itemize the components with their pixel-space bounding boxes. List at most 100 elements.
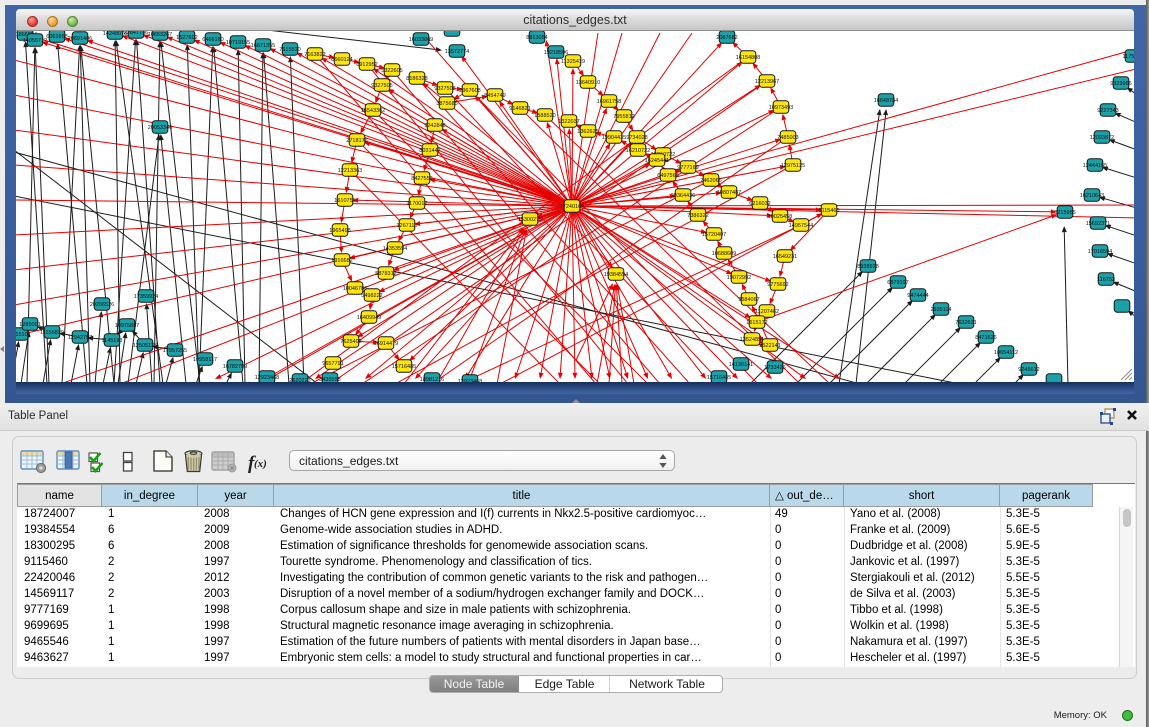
svg-text:9245612: 9245612 bbox=[1018, 367, 1039, 373]
svg-text:20053346: 20053346 bbox=[148, 125, 172, 131]
svg-text:5498222: 5498222 bbox=[361, 293, 382, 299]
svg-text:19904435: 19904435 bbox=[602, 135, 626, 141]
svg-text:8912952: 8912952 bbox=[356, 62, 377, 68]
svg-text:6879197: 6879197 bbox=[887, 280, 908, 286]
svg-text:9777169: 9777169 bbox=[677, 165, 698, 171]
svg-text:10719155: 10719155 bbox=[226, 40, 250, 46]
svg-text:16961758: 16961758 bbox=[597, 99, 621, 105]
svg-text:10958117: 10958117 bbox=[193, 357, 217, 363]
svg-text:2522141: 2522141 bbox=[759, 343, 780, 349]
svg-text:15300275: 15300275 bbox=[518, 217, 542, 223]
svg-text:9227343: 9227343 bbox=[1097, 108, 1118, 114]
svg-text:12505135: 12505135 bbox=[133, 343, 157, 349]
svg-text:9734028: 9734028 bbox=[626, 135, 647, 141]
svg-text:11207462: 11207462 bbox=[755, 309, 779, 315]
svg-text:3915101: 3915101 bbox=[16, 332, 31, 338]
svg-text:12444155: 12444155 bbox=[1083, 163, 1107, 169]
svg-text:14136141: 14136141 bbox=[729, 362, 753, 368]
svg-text:8938928: 8938928 bbox=[857, 264, 878, 270]
svg-text:17359924: 17359924 bbox=[134, 294, 158, 300]
svg-text:10975887: 10975887 bbox=[115, 323, 139, 329]
svg-text:1916682: 1916682 bbox=[331, 258, 352, 264]
svg-text:6497568: 6497568 bbox=[657, 173, 678, 179]
svg-text:8186328: 8186328 bbox=[406, 76, 427, 82]
svg-text:2935114: 2935114 bbox=[930, 307, 951, 313]
svg-text:1322037: 1322037 bbox=[558, 119, 579, 125]
svg-text:9242848: 9242848 bbox=[424, 123, 445, 129]
svg-text:3430558: 3430558 bbox=[319, 377, 340, 382]
svg-text:15716485: 15716485 bbox=[392, 364, 416, 370]
svg-text:9657791: 9657791 bbox=[322, 361, 343, 367]
svg-text:20364436: 20364436 bbox=[671, 193, 695, 199]
svg-text:14353594: 14353594 bbox=[383, 246, 407, 252]
svg-text:9327508: 9327508 bbox=[434, 86, 455, 92]
svg-text:3267110: 3267110 bbox=[396, 223, 417, 229]
svg-text:9146821: 9146821 bbox=[509, 106, 530, 112]
svg-text:6466160: 6466160 bbox=[202, 37, 223, 43]
svg-text:12213363: 12213363 bbox=[338, 168, 362, 174]
svg-text:1610755: 1610755 bbox=[334, 198, 355, 204]
svg-text:7462066: 7462066 bbox=[700, 178, 721, 184]
svg-text:9115460: 9115460 bbox=[818, 208, 839, 214]
svg-text:9775692: 9775692 bbox=[767, 282, 788, 288]
svg-text:12213967: 12213967 bbox=[755, 79, 779, 85]
svg-text:8813054: 8813054 bbox=[526, 35, 547, 41]
svg-text:22841736: 22841736 bbox=[124, 31, 148, 36]
svg-text:13572774: 13572774 bbox=[445, 49, 469, 55]
svg-text:12975125: 12975125 bbox=[781, 163, 805, 169]
svg-text:7955812: 7955812 bbox=[613, 114, 634, 120]
svg-text:9327505: 9327505 bbox=[371, 83, 392, 89]
svg-text:15720407: 15720407 bbox=[702, 232, 726, 238]
svg-text:17240169: 17240169 bbox=[560, 204, 584, 210]
svg-text:19072992: 19072992 bbox=[727, 275, 751, 281]
svg-text:15692371: 15692371 bbox=[1086, 221, 1110, 227]
svg-text:15716485: 15716485 bbox=[707, 375, 731, 381]
svg-text:9584067: 9584067 bbox=[738, 297, 759, 303]
svg-text:6061658: 6061658 bbox=[46, 34, 67, 40]
svg-text:10973493: 10973493 bbox=[769, 105, 793, 111]
svg-text:10654112: 10654112 bbox=[994, 350, 1018, 356]
svg-text:7485003: 7485003 bbox=[777, 135, 798, 141]
svg-text:17957255: 17957255 bbox=[163, 348, 187, 354]
svg-text:2718176: 2718176 bbox=[346, 138, 367, 144]
svg-text:1527602: 1527602 bbox=[176, 35, 197, 41]
svg-text:16671355: 16671355 bbox=[251, 43, 275, 49]
svg-text:(x): (x) bbox=[254, 458, 267, 470]
svg-text:7625402: 7625402 bbox=[340, 339, 361, 345]
svg-text:16210643: 16210643 bbox=[1080, 193, 1104, 199]
svg-text:9329966: 9329966 bbox=[1110, 81, 1131, 87]
svg-text:1615172: 1615172 bbox=[746, 320, 767, 326]
svg-text:12923468: 12923468 bbox=[458, 379, 482, 382]
svg-text:16210722: 16210722 bbox=[626, 148, 650, 154]
svg-text:7386322: 7386322 bbox=[687, 213, 708, 219]
svg-text:16245441: 16245441 bbox=[645, 158, 669, 164]
svg-text:116753: 116753 bbox=[1097, 277, 1115, 283]
svg-text:16648784: 16648784 bbox=[874, 98, 898, 104]
svg-text:7632621: 7632621 bbox=[955, 320, 976, 326]
svg-text:1965498: 1965498 bbox=[329, 228, 350, 234]
svg-text:5322605: 5322605 bbox=[381, 68, 402, 74]
svg-text:14055712: 14055712 bbox=[23, 38, 47, 44]
svg-text:19384554: 19384554 bbox=[604, 272, 628, 278]
svg-text:16033809: 16033809 bbox=[409, 37, 433, 43]
svg-text:11325419: 11325419 bbox=[561, 59, 585, 65]
svg-text:16154808: 16154808 bbox=[736, 55, 760, 61]
svg-text:16409949: 16409949 bbox=[357, 315, 381, 321]
svg-text:12923468: 12923468 bbox=[255, 375, 279, 381]
svg-text:10046786: 10046786 bbox=[343, 286, 367, 292]
svg-text:7163822: 7163822 bbox=[304, 52, 325, 58]
svg-text:20691406: 20691406 bbox=[68, 36, 92, 42]
svg-text:2967608: 2967608 bbox=[459, 88, 480, 94]
svg-text:2087682: 2087682 bbox=[716, 35, 737, 41]
svg-text:8427552: 8427552 bbox=[411, 176, 432, 182]
svg-text:10688609: 10688609 bbox=[712, 251, 736, 257]
svg-text:1170012: 1170012 bbox=[406, 201, 427, 207]
svg-text:2620223: 2620223 bbox=[289, 378, 310, 382]
svg-text:14957544: 14957544 bbox=[789, 223, 813, 229]
svg-text:20206526: 20206526 bbox=[90, 302, 114, 308]
svg-text:10807487: 10807487 bbox=[717, 190, 741, 196]
svg-text:3215955: 3215955 bbox=[1054, 210, 1075, 216]
svg-text:17016504: 17016504 bbox=[1088, 249, 1112, 255]
svg-text:19218506: 19218506 bbox=[544, 50, 568, 56]
svg-text:12942757: 12942757 bbox=[68, 335, 92, 341]
